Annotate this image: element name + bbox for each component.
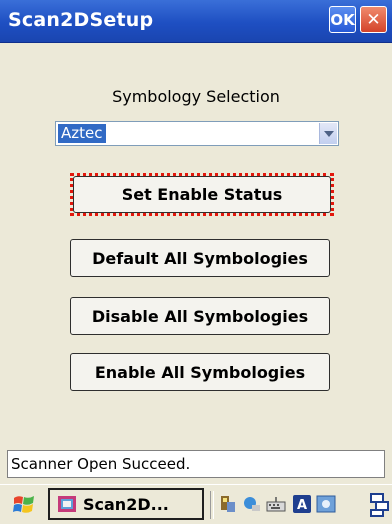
keyboard-icon[interactable] — [266, 494, 286, 514]
connectivity-icon[interactable] — [242, 494, 262, 514]
window-title: Scan2DSetup — [8, 9, 154, 31]
symbology-dropdown[interactable]: Aztec — [55, 121, 339, 146]
default-all-symbologies-button[interactable]: Default All Symbologies — [70, 239, 330, 277]
sync-icon[interactable] — [316, 494, 336, 514]
taskbar-app-label: Scan2D... — [83, 494, 169, 514]
desktop-toggle-icon[interactable] — [370, 492, 390, 518]
enable-all-symbologies-button[interactable]: Enable All Symbologies — [70, 353, 330, 391]
status-bar: Scanner Open Succeed. — [7, 450, 385, 478]
disable-all-symbologies-button[interactable]: Disable All Symbologies — [70, 297, 330, 335]
set-enable-status-button[interactable]: Set Enable Status — [73, 176, 331, 213]
tray-separator — [210, 491, 214, 519]
title-bar: Scan2DSetup OK ✕ — [0, 0, 392, 43]
chevron-down-icon[interactable] — [319, 123, 337, 144]
svg-text:A: A — [297, 498, 307, 513]
scanner-app-icon — [58, 496, 76, 512]
ok-button[interactable]: OK — [329, 6, 356, 33]
input-a-icon[interactable]: A — [292, 494, 312, 514]
network-icon[interactable] — [218, 494, 238, 514]
windows-start-icon[interactable] — [12, 493, 36, 517]
symbology-selection-label: Symbology Selection — [112, 87, 280, 106]
symbology-selected-value: Aztec — [58, 124, 106, 143]
setup-panel: Symbology Selection Aztec Set Enable Sta… — [7, 43, 385, 438]
taskbar-app-button[interactable]: Scan2D... — [48, 488, 204, 520]
close-button[interactable]: ✕ — [360, 6, 387, 33]
taskbar: Scan2D... A — [0, 484, 392, 524]
